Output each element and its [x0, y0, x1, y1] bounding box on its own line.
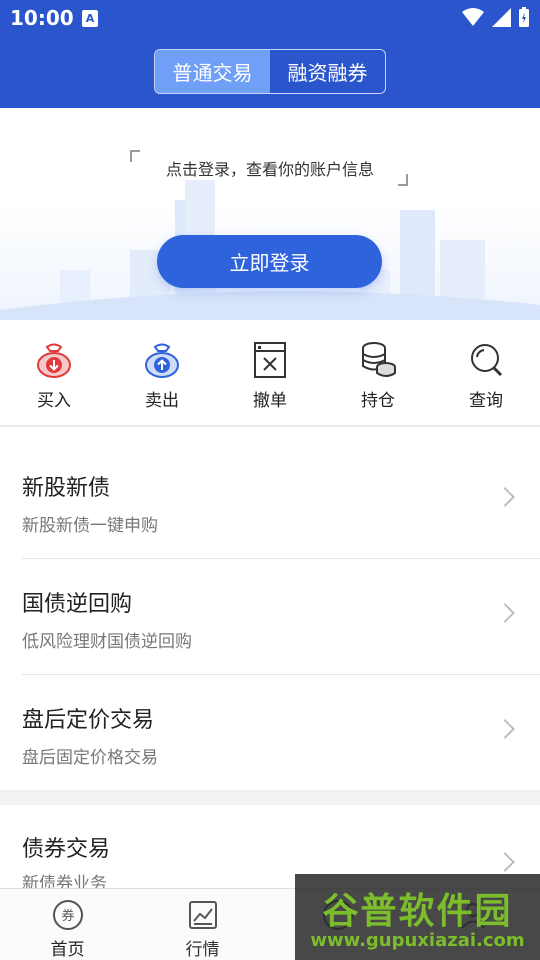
nav-home[interactable]: 券 首页 [0, 889, 135, 960]
login-banner: 点击登录，查看你的账户信息 立即登录 [0, 108, 540, 320]
chevron-right-icon [495, 852, 515, 872]
app-header: 10:00 A 普通交易 融资融券 [0, 0, 540, 108]
quick-action-label: 卖出 [145, 391, 179, 411]
chevron-right-icon [495, 603, 515, 623]
svg-text:券: 券 [61, 908, 74, 924]
trade-mode-switch: 普通交易 融资融券 [154, 49, 386, 94]
quick-actions: 买入 卖出 撤单 持仓 查询 [0, 320, 540, 427]
quick-action-buy[interactable]: 买入 [0, 320, 108, 425]
menu-item-title: 国债逆回购 [22, 592, 133, 617]
quick-action-label: 撤单 [253, 391, 287, 411]
nav-label: 首页 [50, 940, 85, 960]
menu-item-subtitle: 新债券业务 [22, 874, 107, 888]
chart-icon [188, 901, 217, 929]
login-tip-text: 点击登录，查看你的账户信息 [165, 160, 374, 179]
quick-action-positions[interactable]: 持仓 [324, 320, 432, 425]
tab-normal-trade[interactable]: 普通交易 [155, 50, 270, 93]
menu-item-subtitle: 盘后固定价格交易 [22, 748, 158, 768]
quote-bracket-right [398, 174, 408, 186]
nav-label: 行情 [185, 940, 220, 960]
battery-icon [519, 7, 529, 27]
site-watermark: 谷普软件园 www.gupuxiazai.com [295, 874, 540, 960]
status-time: 10:00 [10, 6, 74, 30]
quick-action-sell[interactable]: 卖出 [108, 320, 216, 425]
status-bar: 10:00 A [0, 0, 540, 38]
menu-item-title: 盘后定价交易 [22, 708, 155, 733]
tab-margin-trade[interactable]: 融资融券 [270, 50, 385, 93]
watermark-title: 谷普软件园 [322, 891, 513, 932]
menu-item-title: 新股新债 [22, 476, 111, 501]
service-menu: 新股新债 新股新债一键申购 国债逆回购 低风险理财国债逆回购 盘后定价交易 盘后… [0, 443, 540, 791]
section-divider [0, 790, 540, 805]
notification-app-icon: A [82, 10, 98, 27]
wifi-icon [462, 8, 484, 26]
nav-market[interactable]: 行情 [135, 889, 270, 960]
coins-stack-icon [362, 342, 396, 377]
sell-bag-icon [145, 343, 179, 378]
cell-signal-icon [492, 8, 511, 27]
quick-action-label: 持仓 [361, 391, 395, 411]
menu-item-new-stock-bond[interactable]: 新股新债 新股新债一键申购 [22, 443, 540, 559]
cancel-order-icon [254, 342, 286, 378]
status-icons [462, 6, 530, 28]
coupon-circle-icon: 券 [52, 900, 83, 930]
search-icon [471, 344, 503, 377]
quick-action-cancel-order[interactable]: 撤单 [216, 320, 324, 425]
menu-item-subtitle: 新股新债一键申购 [22, 516, 158, 536]
quick-action-label: 查询 [469, 391, 503, 411]
watermark-url: www.gupuxiazai.com [310, 930, 525, 951]
menu-item-title: 债券交易 [22, 837, 111, 862]
login-button[interactable]: 立即登录 [157, 235, 382, 288]
quick-action-query[interactable]: 查询 [432, 320, 540, 425]
quick-action-label: 买入 [37, 391, 71, 411]
menu-item-after-hours[interactable]: 盘后定价交易 盘后固定价格交易 [22, 675, 540, 791]
chevron-right-icon [495, 719, 515, 739]
menu-item-reverse-repo[interactable]: 国债逆回购 低风险理财国债逆回购 [22, 559, 540, 675]
menu-item-subtitle: 低风险理财国债逆回购 [22, 632, 192, 652]
buy-bag-icon [37, 343, 71, 378]
chevron-right-icon [495, 487, 515, 507]
